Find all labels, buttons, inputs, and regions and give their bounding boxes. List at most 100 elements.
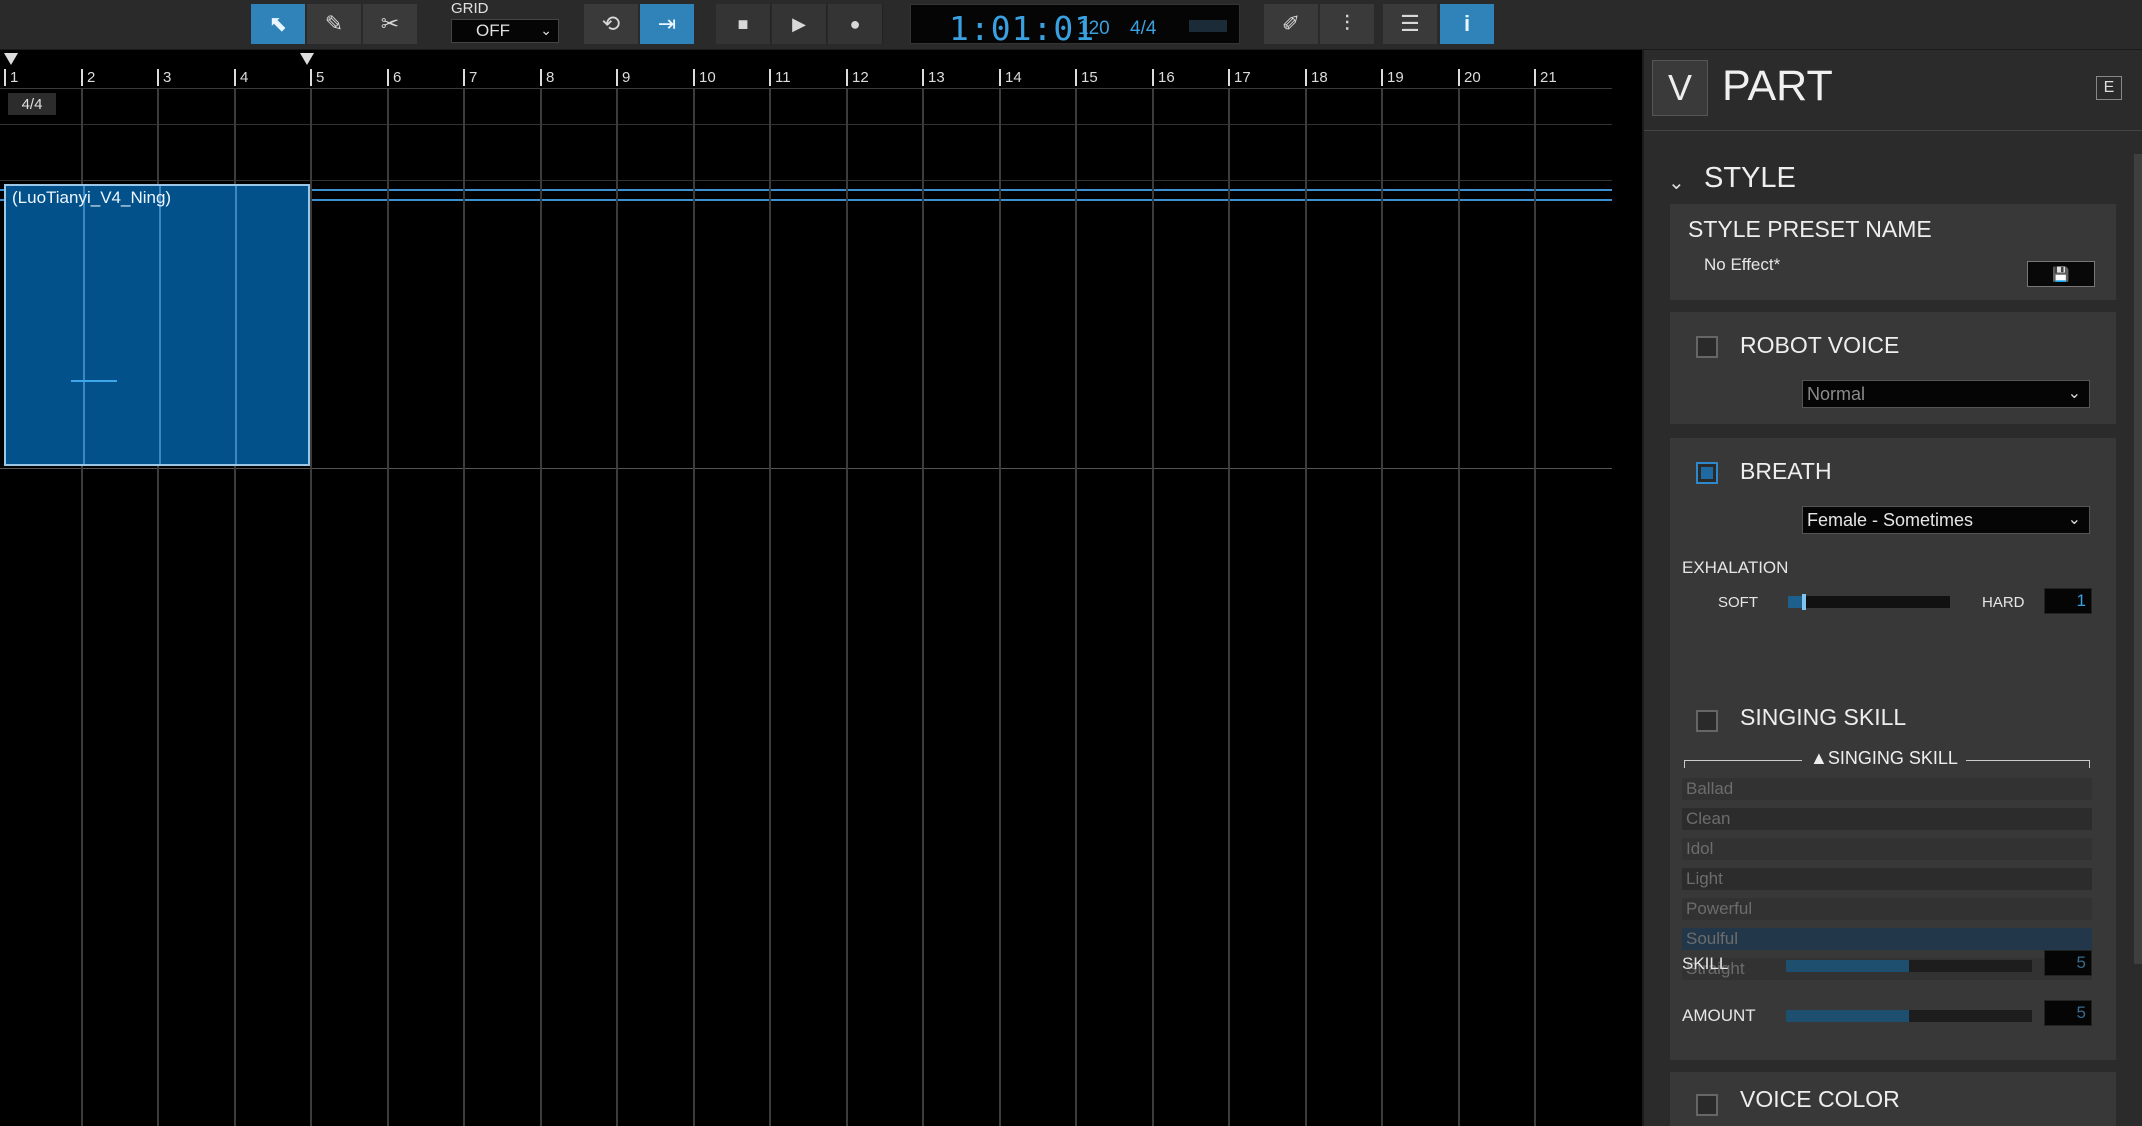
panel-scrollbar[interactable] [2132,136,2142,1126]
robot-voice-checkbox[interactable] [1696,336,1718,358]
collapse-chevron-icon[interactable]: ⌄ [1668,170,1685,195]
time-signature-marker[interactable]: 4/4 [8,93,56,115]
bar-number[interactable]: 8 [540,69,554,86]
skill-list-item[interactable]: Soulful [1682,928,2092,950]
tempo-display[interactable]: 120 [1078,18,1110,40]
slider-knob[interactable] [1802,594,1807,610]
grid-label: GRID [451,0,489,17]
pencil-tool-button[interactable]: ✎ [307,4,362,44]
bar-number[interactable]: 6 [387,69,401,86]
skill-list-item[interactable]: Idol [1682,838,2092,860]
amount-slider[interactable] [1786,1010,2032,1022]
time-signature-display[interactable]: 4/4 [1130,18,1156,40]
end-marker-icon[interactable] [300,53,314,65]
skill-list-item[interactable]: Powerful [1682,898,2092,920]
grid-select[interactable]: OFF ⌄ [451,19,559,43]
breath-checkbox[interactable] [1696,462,1718,484]
edit-panel-button[interactable]: ✐ [1264,4,1319,44]
bar-number[interactable]: 17 [1228,69,1251,86]
bar-grid-line [1075,89,1077,1126]
scissors-tool-button[interactable]: ✂ [363,4,418,44]
inspector-button[interactable]: i [1440,4,1495,44]
bar-number[interactable]: 7 [463,69,477,86]
vocaloid-logo: V [1652,60,1708,116]
skill-group-header[interactable]: ▲SINGING SKILL [1802,748,1966,769]
breath-value: Female - Sometimes [1807,509,1974,530]
scrollbar-thumb[interactable] [2134,154,2142,964]
part-label: (LuoTianyi_V4_Ning) [12,188,172,207]
bar-number[interactable]: 13 [922,69,945,86]
amount-value[interactable]: 5 [2044,1000,2092,1026]
exhalation-value[interactable]: 1 [2044,588,2092,614]
bar-grid-line [999,89,1001,1126]
transport-display: 1:01:01 120 4/4 [910,4,1240,48]
bar-number[interactable]: 4 [234,69,248,86]
breath-label: BREATH [1740,458,1832,484]
panel-header: V PART E [1644,50,2142,131]
list-icon: ☰ [1400,11,1420,36]
inspector-panel: V PART E ⌄ STYLE STYLE PRESET NAME No Ef… [1642,50,2142,1126]
style-preset-value[interactable]: No Effect* [1704,255,1780,275]
robot-voice-select[interactable]: Normal ⌄ [1802,380,2090,408]
arranger[interactable]: 1 2 3 4 5 6 7 8 9 10 11 12 13 14 15 16 17 18 19 20 21 4/4 (L… [0,50,1612,1126]
tempo-track[interactable] [0,125,1612,201]
singing-skill-checkbox[interactable] [1696,710,1718,732]
pencil-icon: ✎ [324,11,344,36]
loop-icon: ⟲ [601,11,621,36]
chevron-down-icon: ⌄ [2067,385,2081,402]
bar-number[interactable]: 5 [310,69,324,86]
bar-ruler[interactable]: 1 2 3 4 5 6 7 8 9 10 11 12 13 14 15 16 17 18 19 20 21 [0,50,1612,89]
stop-icon: ■ [737,13,749,34]
list-button[interactable]: ☰ [1383,4,1438,44]
skill-list-item[interactable]: Clean [1682,808,2092,830]
loop-button[interactable]: ⟲ [584,4,639,44]
edit-icon: ✐ [1281,11,1301,36]
bar-grid-line [616,89,618,1126]
robot-voice-value: Normal [1807,383,1866,404]
start-marker-icon[interactable] [4,53,18,65]
autoscroll-button[interactable]: ⇥ [640,4,695,44]
bar-number[interactable]: 18 [1305,69,1328,86]
skill-slider[interactable] [1786,960,2032,972]
bar-number[interactable]: 15 [1075,69,1098,86]
stop-button[interactable]: ■ [716,4,771,44]
bar-number[interactable]: 14 [999,69,1022,86]
bar-number[interactable]: 2 [81,69,95,86]
save-preset-button[interactable]: 💾 [2027,261,2095,287]
bar-number[interactable]: 3 [157,69,171,86]
skill-list-item[interactable]: Light [1682,868,2092,890]
bar-number[interactable]: 9 [616,69,630,86]
bar-number[interactable]: 20 [1458,69,1481,86]
bar-number[interactable]: 16 [1152,69,1175,86]
scissors-icon: ✂ [380,11,400,36]
bar-number[interactable]: 10 [693,69,716,86]
exhalation-slider[interactable] [1788,594,1950,610]
bar-number[interactable]: 11 [769,69,791,86]
skill-group-label: SINGING SKILL [1827,748,1958,768]
voice-color-card: VOICE COLOR [1670,1072,2116,1126]
bar-number[interactable]: 19 [1381,69,1404,86]
time-signature-track[interactable] [0,89,1612,125]
play-button[interactable]: ▶ [772,4,827,44]
select-tool-button[interactable]: ⬉ [251,4,306,44]
record-icon: ● [849,13,861,34]
record-button[interactable]: ● [828,4,883,44]
bar-grid-line [540,89,542,1126]
bar-number[interactable]: 21 [1534,69,1557,86]
breath-select[interactable]: Female - Sometimes ⌄ [1802,506,2090,534]
mixer-button[interactable]: ⫶ [1320,4,1375,44]
panel-menu-button[interactable]: E [2096,76,2122,100]
skill-list-item[interactable]: Ballad [1682,778,2092,800]
slider-fill [1786,960,1909,972]
voice-part[interactable]: (LuoTianyi_V4_Ning) [4,184,310,466]
track-lane-divider [0,468,1612,469]
robot-voice-card: ROBOT VOICE Normal ⌄ [1670,312,2116,424]
bar-number[interactable]: 12 [846,69,869,86]
voice-color-label: VOICE COLOR [1740,1086,1900,1112]
panel-title: PART [1722,62,1833,110]
voice-color-checkbox[interactable] [1696,1094,1718,1116]
skill-value[interactable]: 5 [2044,950,2092,976]
bar-grid-line [1152,89,1154,1126]
bar-number[interactable]: 1 [4,69,18,86]
style-section-title[interactable]: STYLE [1704,162,1796,195]
